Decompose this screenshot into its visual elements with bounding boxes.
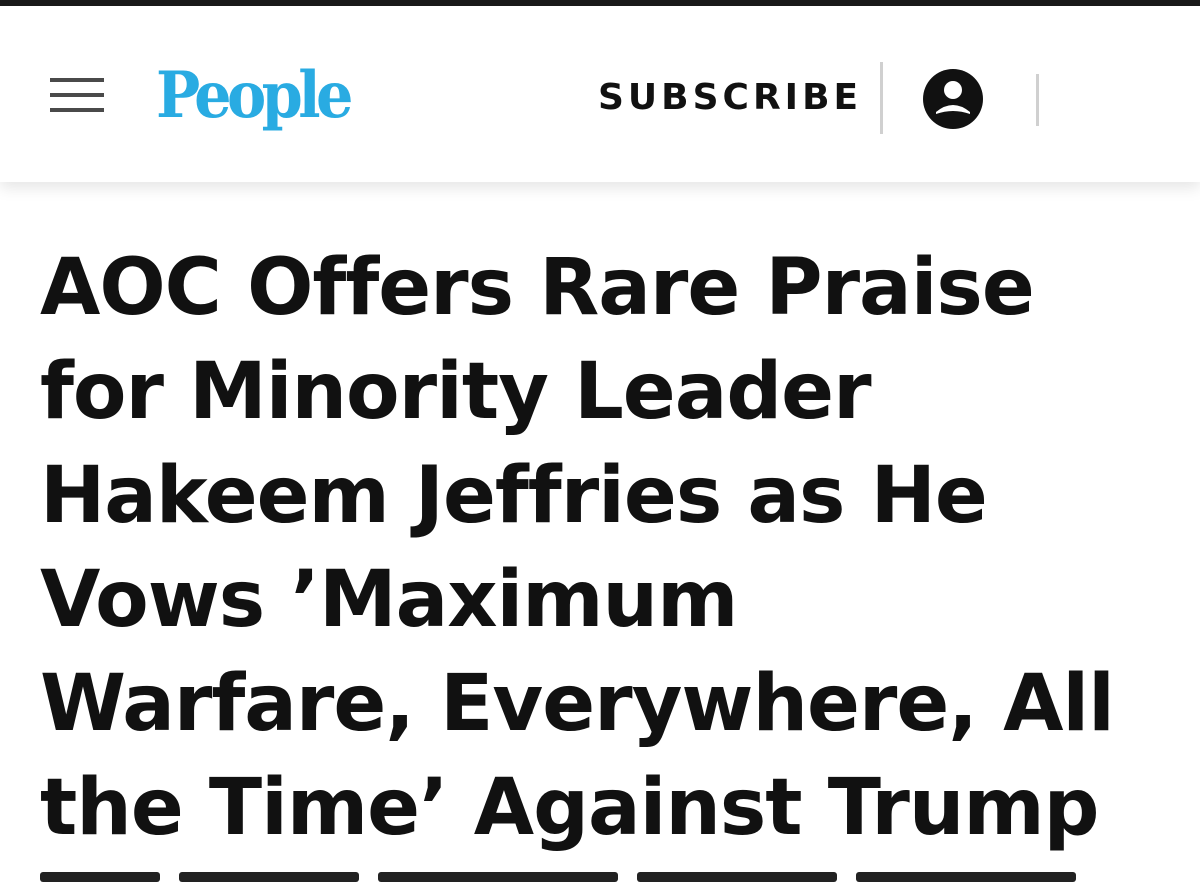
cropped-text-fragment [378,872,619,882]
hamburger-menu-icon[interactable] [50,76,106,114]
account-icon-svg [923,69,983,129]
header-divider [1036,74,1039,126]
headline-line: AOC Offers Rare Praise [40,243,1035,333]
menu-bar [50,78,104,82]
cropped-text-fragment [179,872,360,882]
cropped-text-fragment [40,872,160,882]
people-logo[interactable]: People [156,56,353,140]
subscribe-button[interactable]: SUBSCRIBE [598,78,862,118]
cropped-text-fragment [856,872,1077,882]
menu-bar [50,93,104,97]
headline-line: the Time’ Against Trump [40,763,1100,853]
article-headline: AOC Offers Rare Praise for Minority Lead… [40,236,1180,860]
headline-line: for Minority Leader [40,347,872,437]
headline-line: Vows ’Maximum [40,555,738,645]
subheadline-cropped [40,862,1180,892]
header-divider [880,62,883,134]
site-header: People SUBSCRIBE [0,6,1200,182]
headline-line: Hakeem Jeffries as He [40,451,988,541]
menu-bar [50,108,104,112]
account-icon[interactable] [922,68,984,130]
cropped-text-fragment [637,872,838,882]
headline-line: Warfare, Everywhere, All [40,659,1115,749]
